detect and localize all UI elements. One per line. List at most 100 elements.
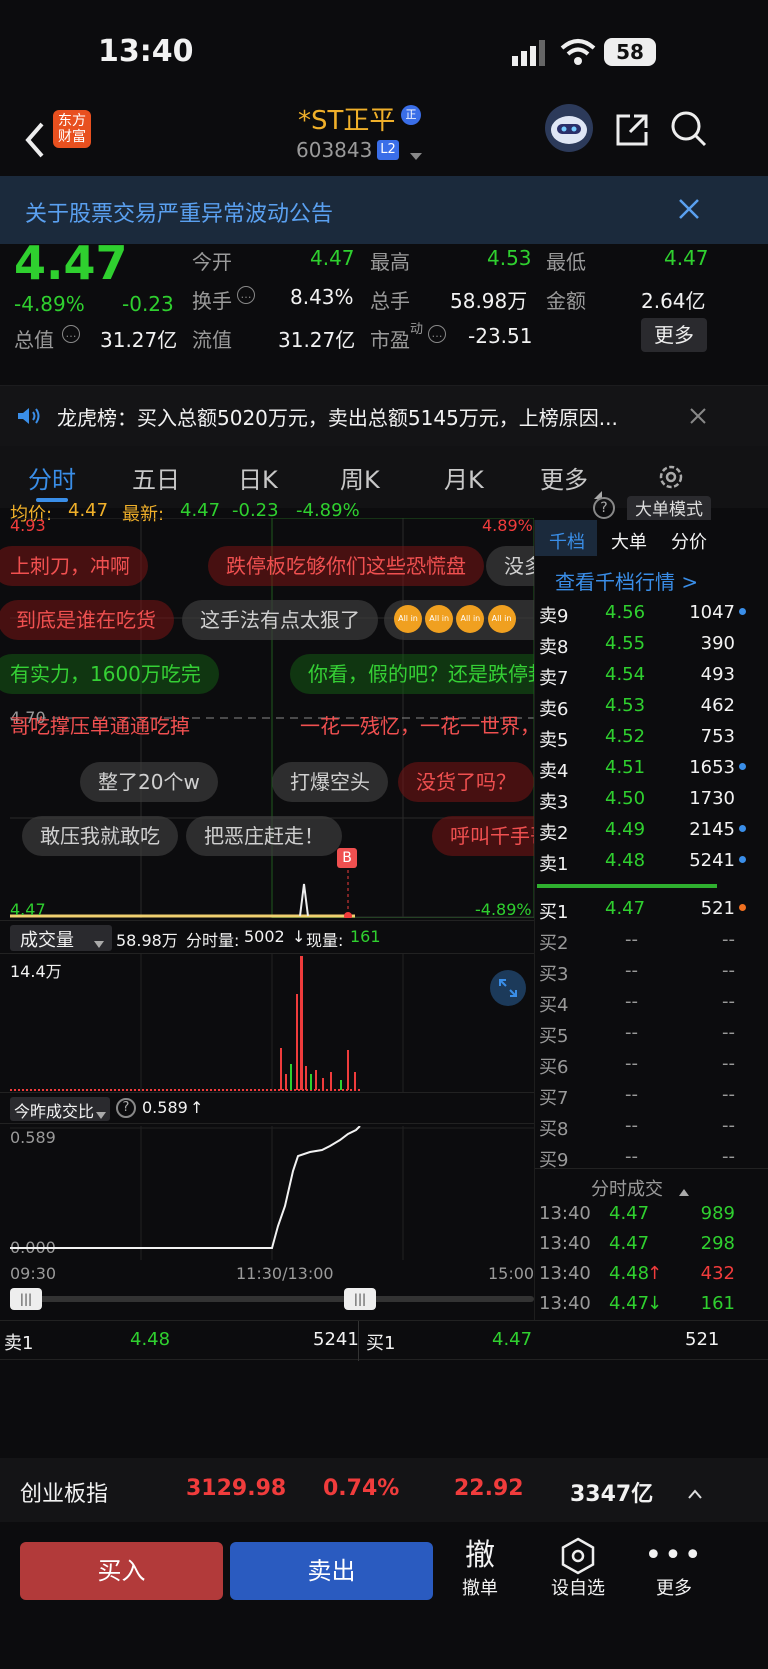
danmu-comment[interactable]: 把恶庄赶走！ [186,816,342,856]
dragon-tiger-notice[interactable]: 龙虎榜：买入总额5020万元，卖出总额5145万元，上榜原因... [0,386,768,446]
label-zuigao: 最高 [370,250,410,274]
buy-row[interactable]: 买4 -- -- [535,987,735,1018]
info-icon[interactable]: … [237,286,255,304]
danmu-comment[interactable]: 敢压我就敢吃 [22,816,178,856]
danmu-comment[interactable]: 这手法有点太狠了 [182,600,378,640]
chevron-up-icon[interactable] [688,1484,702,1499]
allin-coin-icon: All in [425,605,454,633]
robot-assistant-icon[interactable] [545,104,593,152]
allin-coin-icon: All in [487,605,516,633]
danmu-comment[interactable]: 没货了吗？ [398,762,534,802]
search-icon[interactable] [670,110,708,150]
ratio-header: 今昨成交比 ? 0.589 ↑ [0,1092,534,1124]
danmu-comment[interactable]: 一花一残忆，一花一世界， [282,706,534,746]
tab-dadan[interactable]: 大单 [611,528,647,554]
clock: 13:40 [98,34,194,69]
volume-chart[interactable] [10,954,534,1092]
volume-total: 58.98万 [116,931,178,950]
more-button[interactable]: 更多 [641,318,707,352]
view-full-book-link[interactable]: 查看千档行情 > [555,566,698,595]
ratio-selector[interactable]: 今昨成交比 [10,1097,110,1121]
danmu-comment[interactable]: 打爆空头 [272,762,388,802]
sell-row[interactable]: 卖6 4.53 462 [535,691,735,722]
danmu-comment[interactable]: 有实力，1600万吃完 [0,654,219,694]
danmu-comment[interactable]: 跌停板吃够你们这些恐慌盘 [208,546,484,586]
volume-selector[interactable]: 成交量 [10,925,112,951]
range-slider-right-handle[interactable]: ||| [344,1288,376,1310]
danmu-comment[interactable]: 呼叫千手哥 [432,816,534,856]
ticks-header[interactable]: 分时成交 [535,1168,768,1202]
danmu-comment[interactable]: 到底是谁在吃货 [0,600,174,640]
value-jinkai: 4.47 [310,246,355,270]
time-end: 15:00 [488,1264,535,1283]
sell-row[interactable]: 卖9 4.56 1047 [535,598,735,629]
tab-wuri[interactable]: 五日 [132,460,180,495]
buy-row[interactable]: 买8 -- -- [535,1111,735,1142]
buy-row[interactable]: 买6 -- -- [535,1049,735,1080]
index-value: 3129.98 [186,1476,287,1501]
range-slider-left-handle[interactable]: ||| [10,1288,42,1310]
big-order-dot [739,856,746,863]
banner-text[interactable]: 关于股票交易严重异常波动公告 [25,196,333,228]
buy-row[interactable]: 买7 -- -- [535,1080,735,1111]
add-watchlist-button[interactable]: 设自选 [538,1536,618,1616]
announcement-banner[interactable]: 关于股票交易严重异常波动公告 [0,176,768,244]
value-jine: 2.64亿 [641,289,706,313]
danmu-comment[interactable]: 整了20个w [80,762,218,802]
danmu-comment[interactable]: 哥吃撑压单通通吃掉 [0,706,208,746]
gear-icon[interactable] [656,462,686,492]
ticks-title: 分时成交 [591,1179,663,1200]
tab-yuek[interactable]: 月K [444,460,484,495]
more-actions-button[interactable]: ••• 更多 [634,1536,714,1616]
sell-button[interactable]: 卖出 [230,1542,433,1600]
notice-text[interactable]: 龙虎榜：买入总额5020万元，卖出总额5145万元，上榜原因... [57,402,618,431]
help-icon[interactable]: ? [116,1098,136,1118]
chevron-up-icon [679,1181,689,1196]
tab-fenjia[interactable]: 分价 [671,528,707,554]
sell-row[interactable]: 卖2 4.49 2145 [535,815,735,846]
buy-row[interactable]: 买2 -- -- [535,925,735,956]
value-shiying: -23.51 [468,324,533,348]
info-icon[interactable]: … [428,325,446,343]
sell-row[interactable]: 卖7 4.54 493 [535,660,735,691]
share-icon[interactable] [614,112,650,148]
index-bar[interactable]: 创业板指 3129.98 0.74% 22.92 3347亿 [0,1458,768,1522]
danmu-allin[interactable]: All in All in All in All in [384,600,534,640]
cancel-order-button[interactable]: 撤 撤单 [440,1536,520,1616]
tab-rik[interactable]: 日K [238,460,278,495]
close-icon[interactable] [678,198,700,220]
xian-value: 161 [350,927,381,946]
buy-row[interactable]: 买3 -- -- [535,956,735,987]
label-shiying-sup: 动 [410,322,424,337]
index-amount: 3347亿 [570,1482,654,1507]
tab-zhouk[interactable]: 周K [340,460,380,495]
sell-row[interactable]: 卖5 4.52 753 [535,722,735,753]
sell-row[interactable]: 卖1 4.48 5241 [535,846,735,877]
divider [358,1321,359,1361]
expand-icon[interactable] [490,970,526,1006]
down-arrow-icon: ↓ [292,927,306,946]
close-icon[interactable] [690,408,706,424]
tab-qiandang[interactable]: 千档 [549,528,585,554]
buy-row[interactable]: 买1 4.47 521 [535,894,735,925]
back-icon[interactable] [20,120,50,160]
tab-fenshi[interactable]: 分时 [28,460,76,495]
info-icon[interactable]: … [62,325,80,343]
danmu-comment[interactable]: 你看，假的吧？还是跌停封 [290,654,534,694]
zheng-badge: 正 [401,105,421,125]
buy-button[interactable]: 买入 [20,1542,223,1600]
ratio-chart[interactable] [10,1126,534,1260]
range-slider-track[interactable] [10,1296,534,1302]
chevron-down-icon[interactable] [410,146,422,160]
sell-row[interactable]: 卖4 4.51 1653 [535,753,735,784]
sell-row[interactable]: 卖8 4.55 390 [535,629,735,660]
help-icon[interactable]: ? [593,497,615,519]
tab-more[interactable]: 更多 [540,460,588,495]
level-badge[interactable]: L2 [377,140,399,160]
danmu-comment[interactable]: 没多 [486,546,534,586]
big-order-dot [739,825,746,832]
ratio-value: 0.589 [142,1098,188,1117]
danmu-comment[interactable]: 上刺刀，冲啊 [0,546,148,586]
buy-row[interactable]: 买5 -- -- [535,1018,735,1049]
sell-row[interactable]: 卖3 4.50 1730 [535,784,735,815]
